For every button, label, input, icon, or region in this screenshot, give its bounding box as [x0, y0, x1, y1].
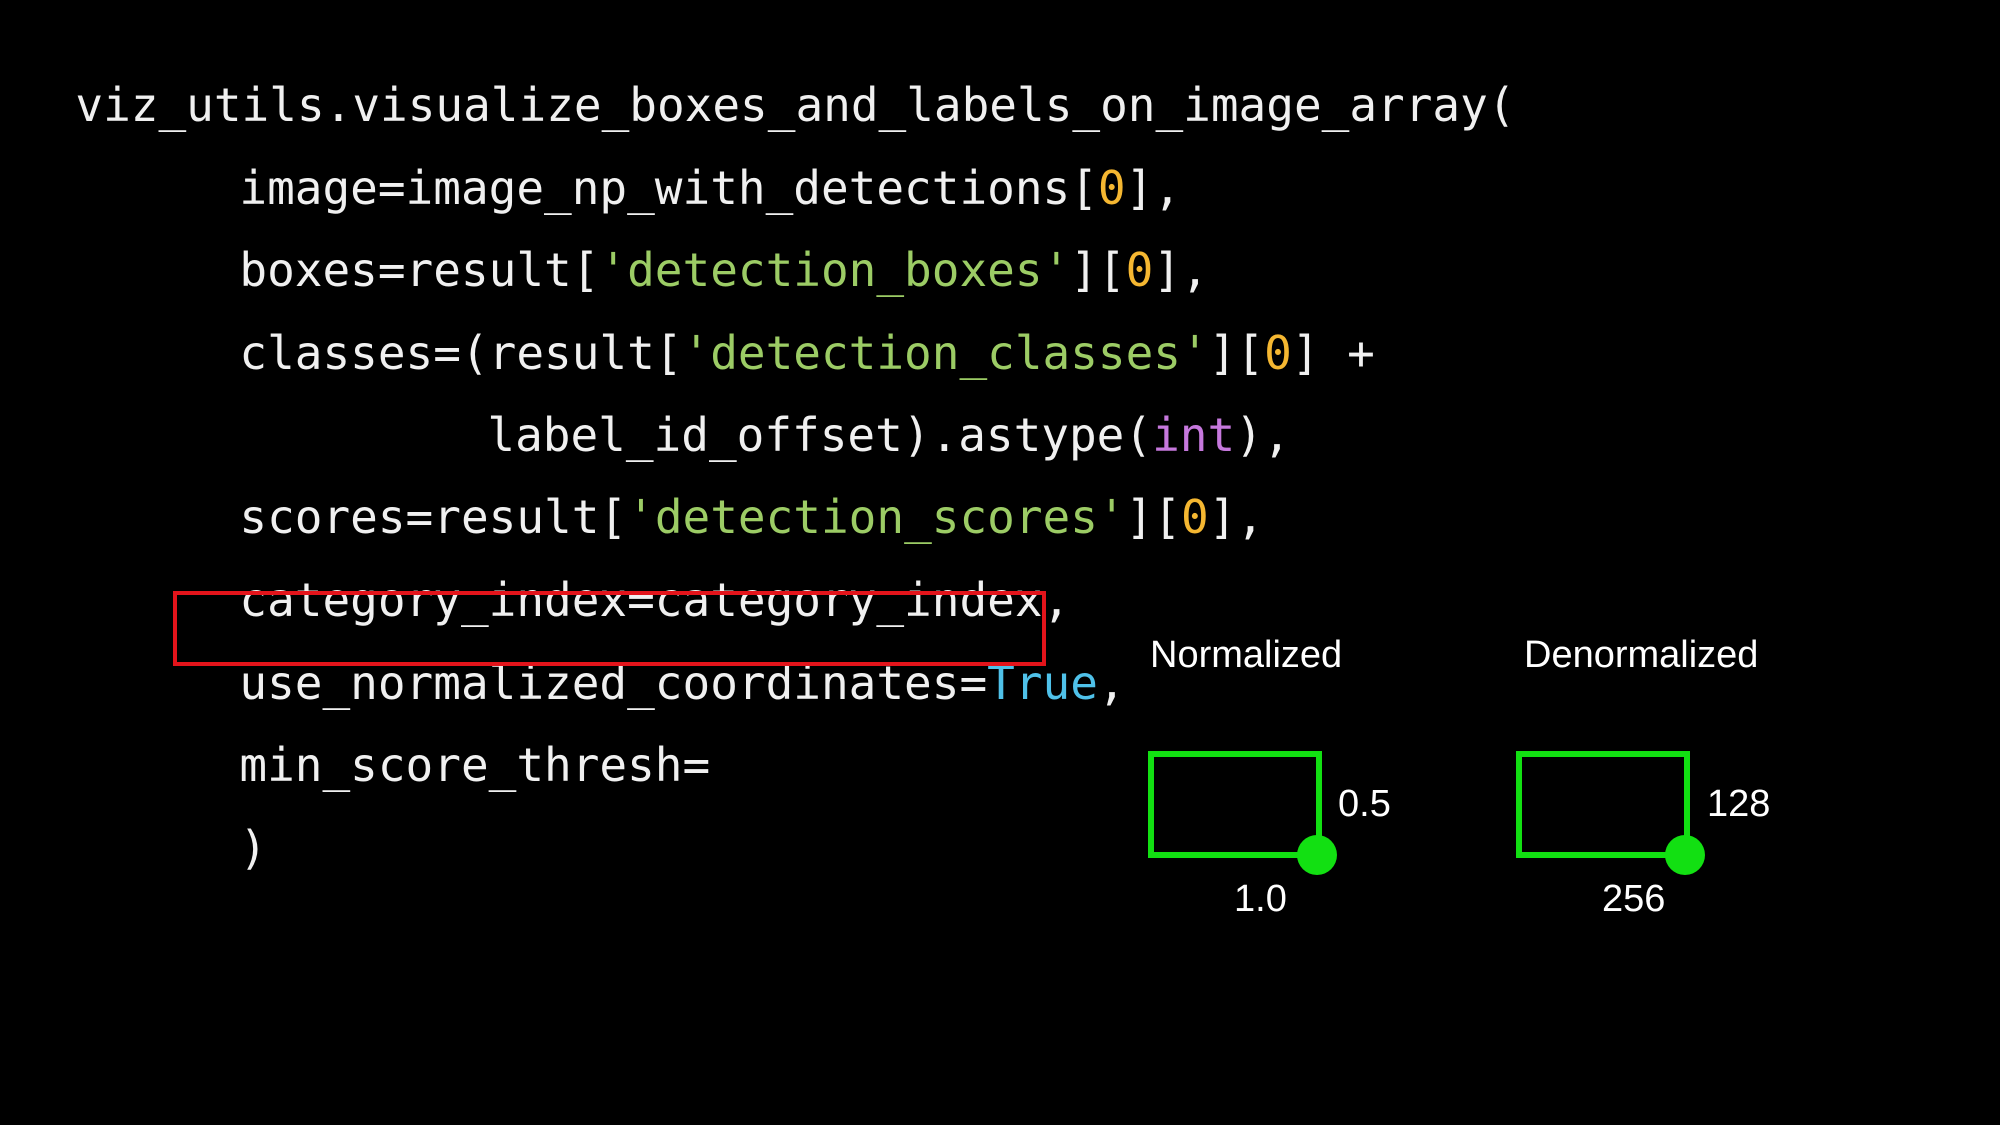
- denormalized-width-label: 256: [1602, 878, 1666, 920]
- normalized-width-label: 1.0: [1234, 878, 1287, 920]
- scores-arg-close: ],: [1208, 490, 1265, 544]
- denormalized-height-label: 128: [1707, 783, 1771, 825]
- normalized-coords-comma: ,: [1097, 656, 1126, 710]
- index-number: 0: [1181, 490, 1209, 544]
- denormalized-box: [1516, 751, 1690, 858]
- close-paren-text: ): [239, 821, 268, 875]
- normalized-box: [1148, 751, 1322, 858]
- normalized-corner-dot: [1297, 835, 1337, 875]
- classes-arg-plus: ] +: [1291, 326, 1375, 380]
- min-score-text: min_score_thresh=: [239, 738, 711, 792]
- denormalized-corner-dot: [1665, 835, 1705, 875]
- denormalized-title: Denormalized: [1524, 634, 1759, 676]
- highlight-box: [173, 591, 1046, 666]
- normalized-height-label: 0.5: [1338, 783, 1391, 825]
- bracket-text: ][: [1125, 490, 1182, 544]
- code-line-close-paren: ): [184, 761, 267, 877]
- normalized-title: Normalized: [1150, 634, 1343, 676]
